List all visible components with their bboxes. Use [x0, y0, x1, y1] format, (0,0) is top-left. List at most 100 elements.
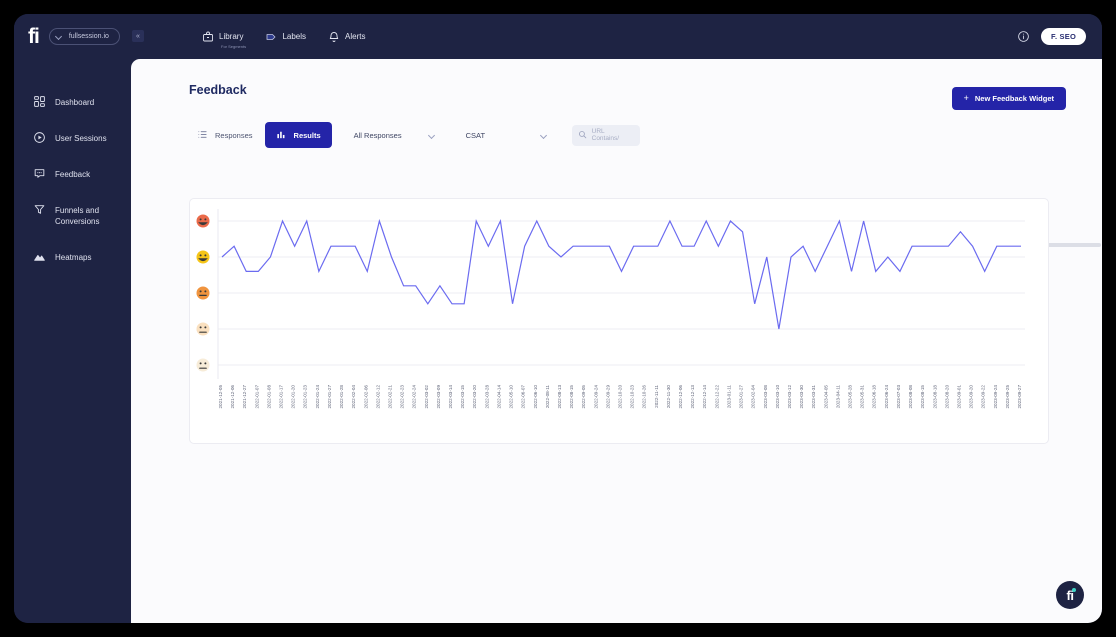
chart-canvas: 2021-12-05 2021-12-06 2021-12-27 2022-01-07…: [196, 209, 1025, 409]
x-axis-tick-label: 2022-09-05: [581, 385, 586, 409]
feedback-toolbar: Responses Results All Responses CSAT URL…: [187, 122, 640, 148]
x-axis-tick-label: 2021-12-05: [218, 385, 223, 409]
sidebar-label-funnels: Funnels and Conversions: [55, 206, 100, 226]
user-badge[interactable]: F. SEO: [1041, 28, 1086, 45]
sidebar-item-user-sessions[interactable]: User Sessions: [14, 132, 131, 144]
x-axis-tick-label: 2022-12-22: [714, 385, 719, 409]
x-axis-tick-label: 2022-02-24: [412, 385, 417, 409]
filter-all-responses-value: All Responses: [353, 130, 402, 140]
sidebar-label-dashboard: Dashboard: [55, 98, 95, 107]
x-axis-tick-label: 2023-08-15: [920, 385, 925, 409]
heatmap-icon: [33, 250, 46, 263]
x-axis-tick-label: 2022-08-11: [545, 385, 550, 409]
topnav-item-labels[interactable]: Labels: [265, 31, 306, 43]
x-axis-tick-label: 2023-09-24: [993, 385, 998, 409]
y-axis-face-icon: [196, 358, 210, 372]
chevron-down-icon: [541, 132, 548, 139]
x-axis-tick-label: 2022-12-13: [690, 385, 695, 409]
x-axis-tick-label: 2023-09-27: [1017, 385, 1022, 409]
x-axis-tick-label: 2023-06-24: [884, 385, 889, 409]
x-axis-tick-label: 2023-02-04: [751, 385, 756, 409]
topnav-label-alerts: Alerts: [345, 32, 366, 41]
csat-line-series: [221, 218, 1021, 330]
sidebar-item-feedback[interactable]: Feedback: [14, 168, 131, 180]
y-axis-face-icon: [196, 286, 210, 300]
x-axis-tick-label: 2022-03-15: [460, 385, 465, 409]
x-axis-tick-label: 2023-03-10: [775, 385, 780, 409]
x-axis-tick-label: 2023-05-28: [848, 385, 853, 409]
x-axis-tick-label: 2022-06-07: [521, 385, 526, 409]
x-axis-tick-label: 2023-08-08: [908, 385, 913, 409]
x-axis-tick-label: 2023-09-22: [981, 385, 986, 409]
x-axis-tick-label: 2022-01-28: [339, 385, 344, 409]
y-axis-face-icon: [196, 250, 210, 264]
x-axis-tick-label: 2022-10-26: [642, 385, 647, 409]
tab-responses[interactable]: Responses: [187, 122, 263, 148]
x-axis-tick-label: 2022-03-20: [472, 385, 477, 409]
x-axis-tick-label: 2023-05-31: [860, 385, 865, 409]
list-icon: [197, 129, 209, 141]
x-axis-tick-label: 2022-01-27: [327, 385, 332, 409]
x-axis-tick-label: 2023-09-01: [956, 385, 961, 409]
chevron-down-icon: [429, 132, 436, 139]
x-axis-tick-label: 2022-02-12: [375, 385, 380, 409]
x-axis-tick-label: 2022-08-13: [557, 385, 562, 409]
x-axis-tick-label: 2022-10-20: [618, 385, 623, 409]
topnav-item-alerts[interactable]: Alerts: [328, 31, 365, 43]
tab-results[interactable]: Results: [264, 122, 332, 148]
x-axis-tick-label: 2022-03-14: [448, 385, 453, 409]
funnel-icon: [33, 203, 46, 216]
x-axis-tick-label: 2022-02-23: [400, 385, 405, 409]
tab-responses-label: Responses: [215, 130, 253, 140]
sidebar-collapse-button[interactable]: «: [132, 30, 144, 42]
filter-metric[interactable]: CSAT: [460, 123, 556, 148]
x-axis-tick-label: 2023-08-18: [932, 385, 937, 409]
new-feedback-widget-button[interactable]: + New Feedback Widget: [951, 87, 1066, 110]
status-dot: [1072, 588, 1076, 592]
x-axis-tick-label: 2022-05-10: [509, 385, 514, 409]
top-nav: Library For Segments Labels Alerts: [202, 14, 365, 59]
search-icon: [578, 126, 587, 144]
filter-all-responses[interactable]: All Responses: [348, 123, 444, 148]
x-axis-tick-label: 2023-03-31: [811, 385, 816, 409]
y-axis-face-icon: [196, 214, 210, 228]
x-axis-tick-label: 2022-02-21: [387, 385, 392, 409]
x-axis-tick-label: 2023-01-27: [739, 385, 744, 409]
library-icon: [202, 31, 214, 43]
sidebar-item-heatmaps[interactable]: Heatmaps: [14, 251, 131, 263]
info-icon[interactable]: [1017, 30, 1030, 43]
x-axis-tick-label: 2023-07-03: [896, 385, 901, 409]
sidebar-label-feedback: Feedback: [55, 170, 91, 179]
x-axis-tick-label: 2023-03-12: [787, 385, 792, 409]
workspace-selector[interactable]: fullsession.io: [48, 28, 120, 45]
y-axis-face-icon: [196, 322, 210, 336]
topnav-item-library[interactable]: Library For Segments: [202, 31, 246, 49]
x-axis-tick-label: 2022-12-14: [702, 385, 707, 409]
sidebar: Dashboard User Sessions Feedback Funnels…: [14, 59, 131, 623]
bell-icon: [328, 31, 340, 43]
x-axis-tick-label: 2022-01-23: [303, 385, 308, 409]
chevron-down-icon: [56, 33, 63, 40]
x-axis-tick-label: 2022-09-29: [605, 385, 610, 409]
sidebar-item-funnels[interactable]: Funnels and Conversions: [14, 204, 131, 227]
x-axis-tick-label: 2022-01-20: [291, 385, 296, 409]
x-axis-tick-label: 2022-01-08: [266, 385, 271, 409]
x-axis-tick-label: 2021-12-27: [242, 385, 247, 409]
x-axis-tick-label: 2021-12-06: [230, 385, 235, 409]
bar-chart-icon: [276, 129, 288, 141]
play-circle-icon: [33, 131, 46, 144]
fullsession-watermark-badge[interactable]: fi: [1056, 581, 1084, 609]
x-axis-tick-label: 2023-08-20: [944, 385, 949, 409]
url-search-input[interactable]: URL Contains/: [571, 124, 640, 146]
x-axis-tick-label: 2023-04-11: [835, 385, 840, 409]
topnav-label-library: Library: [219, 32, 244, 41]
plus-icon: +: [963, 93, 969, 103]
tab-results-label: Results: [293, 130, 321, 140]
x-axis-tick-label: 2023-03-30: [799, 385, 804, 409]
sidebar-item-dashboard[interactable]: Dashboard: [14, 96, 131, 108]
x-axis-tick-label: 2022-03-09: [436, 385, 441, 409]
x-axis-tick-label: 2022-08-15: [569, 385, 574, 409]
app-logo[interactable]: fi: [28, 25, 40, 49]
page-title: Feedback: [189, 83, 247, 97]
x-axis-tick-label: 2022-06-10: [533, 385, 538, 409]
